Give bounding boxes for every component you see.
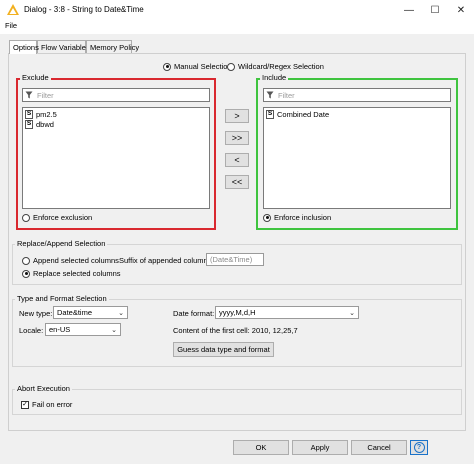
replace-columns-radio[interactable] — [22, 269, 30, 278]
abort-execution-section — [12, 389, 462, 415]
enforce-exclusion-label: Enforce exclusion — [33, 213, 93, 222]
enforce-exclusion-radio[interactable] — [22, 213, 30, 222]
column-name: dbwd — [36, 119, 54, 129]
include-filter-placeholder: Filter — [278, 90, 295, 100]
locale-value: en-US — [49, 325, 71, 334]
date-format-select[interactable]: yyyy,M,d,H ⌄ — [215, 306, 359, 319]
string-type-icon: S — [25, 109, 33, 119]
maximize-button[interactable]: ☐ — [422, 0, 448, 20]
manual-selection-label: Manual Selection — [174, 62, 232, 71]
maximize-icon: ☐ — [430, 4, 440, 16]
move-all-left-button[interactable]: << — [225, 175, 249, 189]
wildcard-selection-option[interactable]: Wildcard/Regex Selection — [227, 62, 324, 71]
close-button[interactable]: ✕ — [448, 0, 474, 20]
chevron-down-icon: ⌄ — [111, 326, 117, 334]
fail-on-error-option[interactable]: ✓ Fail on error — [21, 400, 72, 409]
fail-on-error-label: Fail on error — [32, 400, 73, 409]
list-item[interactable]: S Combined Date — [264, 109, 450, 119]
string-type-icon: S — [25, 119, 33, 129]
minimize-button[interactable]: — — [396, 0, 422, 20]
menu-bar: File — [0, 20, 474, 34]
menu-file[interactable]: File — [5, 21, 17, 30]
chevron-down-icon: ⌄ — [118, 309, 124, 317]
append-columns-radio[interactable] — [22, 256, 30, 265]
new-type-select[interactable]: Date&time ⌄ — [53, 306, 128, 319]
move-right-button[interactable]: > — [225, 109, 249, 123]
wildcard-selection-radio[interactable] — [227, 62, 235, 71]
apply-button[interactable]: Apply — [292, 440, 348, 455]
fail-on-error-checkbox[interactable]: ✓ — [21, 400, 29, 409]
date-format-value: yyyy,M,d,H — [219, 308, 256, 317]
list-item[interactable]: S pm2.5 — [23, 109, 209, 119]
date-format-label: Date format: — [173, 309, 215, 318]
enforce-exclusion-option[interactable]: Enforce exclusion — [22, 213, 92, 222]
suffix-input[interactable]: (Date&Time) — [206, 253, 264, 266]
exclude-filter-input[interactable]: Filter — [22, 88, 210, 102]
column-name: pm2.5 — [36, 109, 57, 119]
replace-append-title: Replace/Append Selection — [15, 239, 108, 248]
append-columns-label: Append selected columns — [33, 256, 119, 265]
help-icon: ? — [413, 442, 425, 453]
include-title: Include — [260, 73, 289, 82]
manual-selection-radio[interactable] — [163, 62, 171, 71]
list-item[interactable]: S dbwd — [23, 119, 209, 129]
include-list[interactable]: S Combined Date — [263, 107, 451, 209]
exclude-filter-placeholder: Filter — [37, 90, 54, 100]
suffix-label: Suffix of appended columns: — [119, 256, 214, 265]
guess-type-format-button[interactable]: Guess data type and format — [173, 342, 274, 357]
tab-memory-policy[interactable]: Memory Policy — [86, 40, 139, 53]
wildcard-selection-label: Wildcard/Regex Selection — [238, 62, 324, 71]
new-type-label: New type: — [19, 309, 53, 318]
knime-app-icon — [7, 4, 19, 15]
tab-flow-variables[interactable]: Flow Variables — [37, 40, 90, 53]
type-format-title: Type and Format Selection — [15, 294, 109, 303]
title-bar: Dialog - 3:8 - String to Date&Time — ☐ ✕ — [0, 0, 474, 20]
minimize-icon: — — [404, 4, 414, 16]
window-title: Dialog - 3:8 - String to Date&Time — [24, 5, 144, 14]
locale-select[interactable]: en-US ⌄ — [45, 323, 121, 336]
filter-icon — [266, 91, 274, 99]
abort-execution-title: Abort Execution — [15, 384, 72, 393]
enforce-inclusion-radio[interactable] — [263, 213, 271, 222]
string-type-icon: S — [266, 109, 274, 119]
close-icon: ✕ — [456, 4, 466, 16]
replace-columns-label: Replace selected columns — [33, 269, 121, 278]
tab-options[interactable]: Options — [9, 40, 39, 54]
locale-label: Locale: — [19, 326, 44, 335]
exclude-list[interactable]: S pm2.5 S dbwd — [22, 107, 210, 209]
enforce-inclusion-label: Enforce inclusion — [274, 213, 332, 222]
new-type-value: Date&time — [57, 308, 93, 317]
first-cell-content: Content of the first cell: 2010, 12,25,7 — [173, 326, 298, 335]
replace-columns-option[interactable]: Replace selected columns — [22, 269, 121, 278]
manual-selection-option[interactable]: Manual Selection — [163, 62, 232, 71]
move-all-right-button[interactable]: >> — [225, 131, 249, 145]
cancel-button[interactable]: Cancel — [351, 440, 407, 455]
chevron-down-icon: ⌄ — [349, 309, 355, 317]
enforce-inclusion-option[interactable]: Enforce inclusion — [263, 213, 331, 222]
filter-icon — [25, 91, 33, 99]
move-left-button[interactable]: < — [225, 153, 249, 167]
append-columns-option[interactable]: Append selected columns — [22, 256, 119, 265]
include-filter-input[interactable]: Filter — [263, 88, 451, 102]
column-name: Combined Date — [277, 109, 330, 119]
ok-button[interactable]: OK — [233, 440, 289, 455]
exclude-title: Exclude — [20, 73, 51, 82]
help-button[interactable]: ? — [410, 440, 428, 455]
